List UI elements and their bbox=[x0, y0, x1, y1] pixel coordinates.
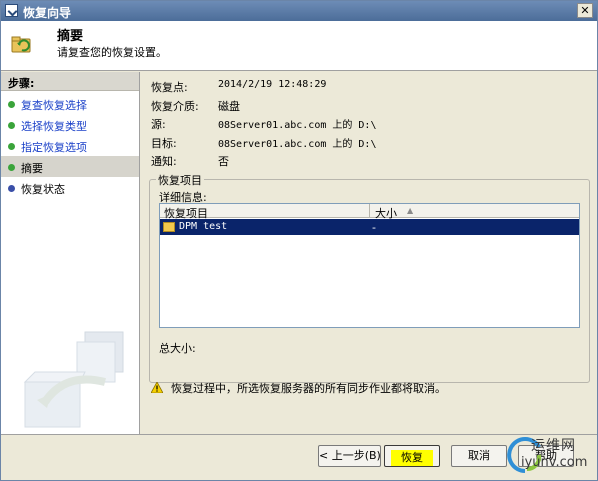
recovery-items-group: 恢复项目 详细信息: 恢复项目 大小 ▲ DPM test - 总大小: bbox=[149, 172, 590, 383]
recover-button-label: 恢复 bbox=[391, 450, 433, 466]
field-value: 否 bbox=[218, 155, 229, 168]
app-icon bbox=[5, 4, 18, 17]
steps-heading: 步骤: bbox=[1, 72, 139, 91]
nav-step-label: 恢复状态 bbox=[21, 183, 65, 196]
item-name: DPM test bbox=[179, 221, 228, 232]
recovery-wizard-window: 恢复向导 ✕ 摘要 请复查您的恢复设置。 步骤: 复查恢复选择 选择恢复类型 指定恢… bbox=[0, 0, 598, 481]
restore-wizard-icon bbox=[11, 36, 31, 53]
list-row[interactable]: DPM test - bbox=[160, 219, 579, 235]
group-label: 恢复项目 bbox=[156, 172, 204, 188]
warning-icon bbox=[151, 382, 163, 393]
total-size-label: 总大小: bbox=[159, 342, 196, 355]
nav-step-2[interactable]: 选择恢复类型 bbox=[1, 114, 139, 135]
field-label: 目标: bbox=[151, 137, 177, 150]
nav-step-label: 选择恢复类型 bbox=[21, 120, 87, 133]
step-status-icon bbox=[8, 143, 15, 150]
back-button[interactable]: < 上一步(B) bbox=[318, 445, 381, 467]
wizard-header: 摘要 请复查您的恢复设置。 bbox=[1, 21, 597, 71]
wizard-watermark-art bbox=[23, 331, 124, 428]
page-title: 摘要 bbox=[57, 29, 84, 44]
site-watermark: 运维网 iyunv.com bbox=[499, 431, 595, 479]
step-status-icon bbox=[8, 101, 15, 108]
list-header: 恢复项目 大小 ▲ bbox=[160, 204, 579, 220]
nav-step-4: 摘要 bbox=[1, 156, 139, 177]
field-label: 恢复点: bbox=[151, 81, 188, 94]
watermark-cn: 运维网 bbox=[531, 438, 576, 454]
title-bar[interactable]: 恢复向导 ✕ bbox=[1, 1, 597, 21]
folder-icon bbox=[163, 222, 175, 232]
nav-step-label: 复查恢复选择 bbox=[21, 99, 87, 112]
recover-button[interactable]: 恢复 bbox=[384, 445, 440, 467]
step-status-icon bbox=[8, 164, 15, 171]
warning-text: 恢复过程中，所选恢复服务器的所有同步作业都将取消。 bbox=[171, 382, 446, 395]
field-label: 恢复介质: bbox=[151, 100, 199, 113]
item-size: - bbox=[372, 221, 376, 234]
column-header-item[interactable]: 恢复项目 bbox=[160, 204, 370, 220]
nav-step-3[interactable]: 指定恢复选项 bbox=[1, 135, 139, 156]
nav-step-5: 恢复状态 bbox=[1, 177, 139, 198]
steps-sidebar: 步骤: 复查恢复选择 选择恢复类型 指定恢复选项 摘要恢复状态 bbox=[1, 72, 140, 434]
field-value: 2014/2/19 12:48:29 bbox=[218, 79, 327, 90]
nav-step-1[interactable]: 复查恢复选择 bbox=[1, 93, 139, 114]
column-header-size[interactable]: 大小 ▲ bbox=[371, 204, 579, 220]
watermark-en: iyunv.com bbox=[521, 455, 588, 470]
nav-step-label: 摘要 bbox=[21, 162, 43, 175]
page-subtitle: 请复查您的恢复设置。 bbox=[57, 46, 167, 59]
field-label: 源: bbox=[151, 118, 166, 131]
field-label: 通知: bbox=[151, 155, 177, 168]
recovery-items-list[interactable]: 恢复项目 大小 ▲ DPM test - bbox=[159, 203, 580, 328]
field-value: 08Server01.abc.com 上的 D:\ bbox=[218, 120, 377, 131]
summary-panel: 恢复点: 2014/2/19 12:48:29 恢复介质: 磁盘 源: 08Se… bbox=[141, 72, 597, 434]
window-title: 恢复向导 bbox=[23, 6, 72, 20]
steps-list: 复查恢复选择 选择恢复类型 指定恢复选项 摘要恢复状态 bbox=[1, 93, 139, 198]
sort-ascending-icon: ▲ bbox=[407, 206, 414, 215]
nav-step-label: 指定恢复选项 bbox=[21, 141, 87, 154]
warning-notice: 恢复过程中，所选恢复服务器的所有同步作业都将取消。 bbox=[151, 380, 591, 396]
field-value: 08Server01.abc.com 上的 D:\ bbox=[218, 139, 377, 150]
field-value: 磁盘 bbox=[218, 100, 240, 113]
close-button[interactable]: ✕ bbox=[577, 3, 593, 18]
step-status-icon bbox=[8, 185, 15, 192]
step-status-icon bbox=[8, 122, 15, 129]
